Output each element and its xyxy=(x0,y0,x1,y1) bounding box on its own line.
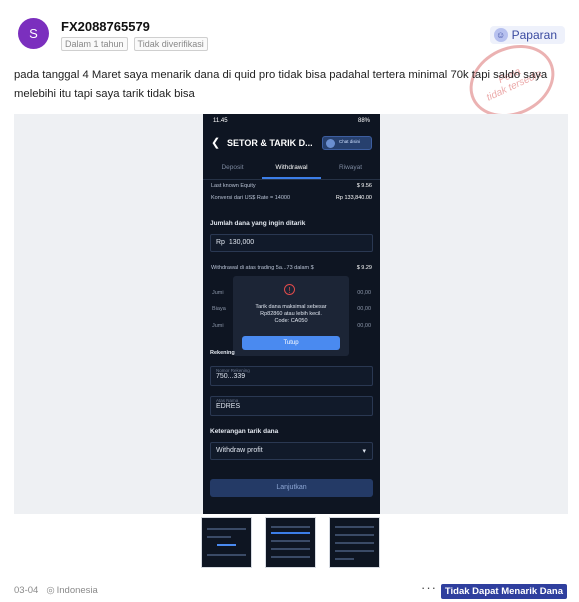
alert-icon: ! xyxy=(284,284,295,295)
obscured-value: 00,00 xyxy=(357,323,371,329)
chat-label: Chat disini xyxy=(339,139,361,144)
row-value: Rp 133,840.00 xyxy=(335,195,372,201)
row-label: Konversi dari US$ Rate = 14000 xyxy=(211,195,291,201)
row-label: Withdrawal di atas trading 5a...73 dalam… xyxy=(211,265,314,271)
amount-value: 130,000 xyxy=(228,239,255,246)
row-label: Last known Equity xyxy=(211,183,256,189)
obscured-value: 00,00 xyxy=(357,290,371,296)
obscured-label: Jumi xyxy=(212,323,224,329)
location-icon: ◎ xyxy=(46,585,55,596)
account-name: EDRES xyxy=(216,403,241,410)
error-dialog: ! Tarik dana maksimal sebesar Rp82860 at… xyxy=(233,276,349,356)
chevron-down-icon: ▾ xyxy=(362,448,366,455)
error-line: Rp82860 atau lebih kecil. xyxy=(260,311,322,317)
account-number: 750...339 xyxy=(216,373,246,380)
more-options-icon[interactable]: ··· xyxy=(421,580,437,595)
error-message: Tarik dana maksimal sebesar Rp82860 atau… xyxy=(239,304,343,325)
account-name-field: Atas Nama EDRES xyxy=(210,396,373,416)
back-icon: ❮ xyxy=(211,137,221,149)
account-number-field: Nomor Rekening 750...339 xyxy=(210,366,373,386)
tab-deposit: Deposit xyxy=(221,164,244,171)
display-button[interactable]: ☺ Paparan xyxy=(489,26,565,44)
row-value: $ 9.56 xyxy=(356,183,372,189)
user-tag: Dalam 1 tahun xyxy=(61,37,128,51)
chat-button: Chat disini xyxy=(322,136,372,150)
post-date: 03-04 xyxy=(14,585,39,596)
thumbnail-strip xyxy=(201,517,380,568)
tab-withdrawal: Withdrawal xyxy=(262,161,321,179)
obscured-label: Biaya xyxy=(212,306,226,312)
display-button-label: Paparan xyxy=(511,28,557,42)
amount-label: Jumlah dana yang ingin ditarik xyxy=(210,220,306,227)
error-code: Code: CA050 xyxy=(274,318,308,324)
status-bar: 11.45 88% xyxy=(203,114,380,128)
withdrawal-row: Withdrawal di atas trading 5a...73 dalam… xyxy=(211,265,372,271)
user-tags: Dalam 1 tahun Tidak diverifikasi xyxy=(61,37,208,51)
username[interactable]: FX2088765579 xyxy=(61,19,150,34)
battery-level: 88% xyxy=(357,118,370,124)
reason-value: Withdraw profit xyxy=(216,447,263,454)
row-value: $ 9.29 xyxy=(356,265,372,271)
status-badge: Tidak Dapat Menarik Dana xyxy=(440,584,567,599)
thumbnail[interactable] xyxy=(201,517,252,568)
amount-input: Rp 130,000 xyxy=(210,234,373,252)
thumbnail[interactable] xyxy=(329,517,380,568)
status-time: 11.45 xyxy=(213,118,228,124)
obscured-label: Jumi xyxy=(212,290,224,296)
app-title: SETOR & TARIK D... xyxy=(227,138,313,148)
post-footer: 03-04 ◎ Indonesia xyxy=(14,585,98,596)
face-icon: ☺ xyxy=(493,28,508,42)
error-line: Tarik dana maksimal sebesar xyxy=(255,304,327,310)
post-location: Indonesia xyxy=(56,585,98,596)
equity-row: Last known Equity $ 9.56 xyxy=(211,183,372,189)
currency-prefix: Rp xyxy=(216,239,225,246)
close-dialog-button: Tutup xyxy=(242,336,340,350)
chat-avatar-icon xyxy=(326,139,335,148)
reason-select: Withdraw profit ▾ xyxy=(210,442,373,460)
conversion-row: Konversi dari US$ Rate = 14000 Rp 133,840… xyxy=(211,195,372,201)
reason-label: Keterangan tarik dana xyxy=(210,428,279,435)
submit-button: Lanjutkan xyxy=(210,479,373,497)
avatar: S xyxy=(18,18,49,49)
user-tag: Tidak diverifikasi xyxy=(133,37,208,51)
app-header: ❮ SETOR & TARIK D... Chat disini xyxy=(203,132,380,154)
attached-screenshot[interactable]: 11.45 88% ❮ SETOR & TARIK D... Chat disi… xyxy=(203,114,380,514)
rekening-label: Rekening xyxy=(210,350,235,356)
thumbnail[interactable] xyxy=(265,517,316,568)
tab-history: Riwayat xyxy=(338,164,363,171)
app-tabs: Deposit Withdrawal Riwayat xyxy=(203,161,380,180)
obscured-value: 00,00 xyxy=(357,306,371,312)
post-text: pada tanggal 4 Maret saya menarik dana d… xyxy=(14,69,548,100)
